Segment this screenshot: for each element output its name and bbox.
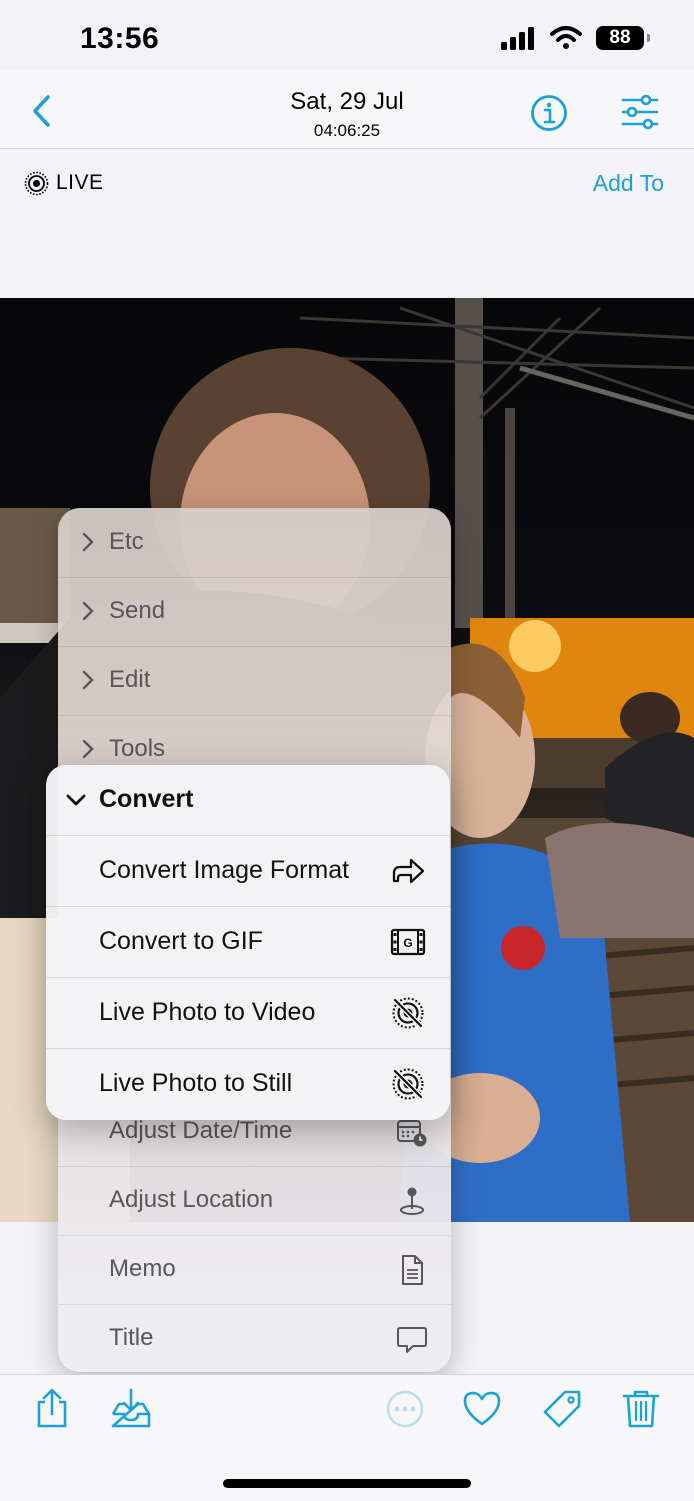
menu-item-label: Etc (109, 528, 144, 555)
location-pin-icon (400, 1187, 424, 1215)
menu-item-edit[interactable]: Edit (58, 646, 451, 716)
live-label[interactable]: LIVE (56, 171, 104, 195)
trash-icon[interactable] (620, 1388, 662, 1430)
live-off-icon (392, 997, 424, 1029)
wifi-icon (550, 26, 582, 49)
gif-film-icon: G (390, 928, 426, 956)
menu-item-label: Adjust Location (109, 1186, 274, 1213)
menu-item-title[interactable]: Title (58, 1304, 451, 1372)
menu-item-label: Adjust Date/Time (109, 1117, 293, 1144)
menu-item-convert-image-format[interactable]: Convert Image Format (46, 836, 450, 907)
add-to-button[interactable]: Add To (593, 170, 664, 197)
tag-icon[interactable] (541, 1388, 583, 1430)
convert-submenu-header[interactable]: Convert (46, 765, 450, 836)
chevron-right-icon (82, 601, 94, 621)
status-icons: 88 (500, 26, 650, 50)
menu-item-label: Convert to GIF (99, 927, 263, 955)
calendar-clock-icon (397, 1120, 427, 1147)
menu-item-label: Memo (109, 1255, 176, 1282)
live-off-icon (392, 1068, 424, 1100)
menu-item-convert-to-gif[interactable]: Convert to GIF G (46, 907, 450, 978)
menu-item-live-photo-to-still[interactable]: Live Photo to Still (46, 1049, 450, 1119)
menu-item-label: Live Photo to Video (99, 998, 316, 1026)
nav-date: Sat, 29 Jul (290, 88, 404, 115)
menu-item-live-photo-to-video[interactable]: Live Photo to Video (46, 978, 450, 1049)
chevron-right-icon (82, 739, 94, 759)
speech-bubble-icon (397, 1327, 427, 1353)
menu-item-label: Convert Image Format (99, 856, 350, 884)
menu-item-label: Live Photo to Still (99, 1069, 293, 1097)
cellular-signal-icon (501, 27, 534, 50)
menu-item-etc[interactable]: Etc (58, 508, 451, 578)
live-bar (0, 149, 694, 297)
chevron-right-icon (82, 670, 94, 690)
menu-item-label: Send (109, 597, 166, 624)
battery-indicator: 88 (596, 26, 650, 50)
save-to-tray-icon[interactable] (110, 1388, 152, 1430)
share-icon[interactable] (31, 1388, 73, 1430)
menu-item-label: Tools (109, 735, 166, 762)
menu-item-send[interactable]: Send (58, 577, 451, 647)
favorite-heart-icon[interactable] (461, 1388, 503, 1430)
chevron-right-icon (82, 532, 94, 552)
more-options-icon[interactable] (384, 1388, 426, 1430)
menu-item-label: Edit (109, 666, 151, 693)
live-photo-icon[interactable] (24, 171, 49, 196)
info-icon[interactable] (530, 94, 568, 132)
menu-item-memo[interactable]: Memo (58, 1235, 451, 1305)
share-arrow-icon (392, 858, 425, 884)
adjustments-sliders-icon[interactable] (620, 94, 660, 130)
home-indicator (223, 1479, 471, 1488)
nav-time: 04:06:25 (313, 121, 381, 140)
status-time: 13:56 (80, 22, 160, 55)
convert-submenu-title: Convert (99, 785, 194, 813)
chevron-down-icon (66, 794, 86, 806)
svg-text:G: G (403, 936, 412, 950)
convert-submenu: Convert Convert Image Format Convert to … (46, 765, 450, 1120)
menu-item-label: Title (109, 1324, 154, 1351)
document-icon (402, 1255, 423, 1285)
menu-item-adjust-location[interactable]: Adjust Location (58, 1166, 451, 1236)
